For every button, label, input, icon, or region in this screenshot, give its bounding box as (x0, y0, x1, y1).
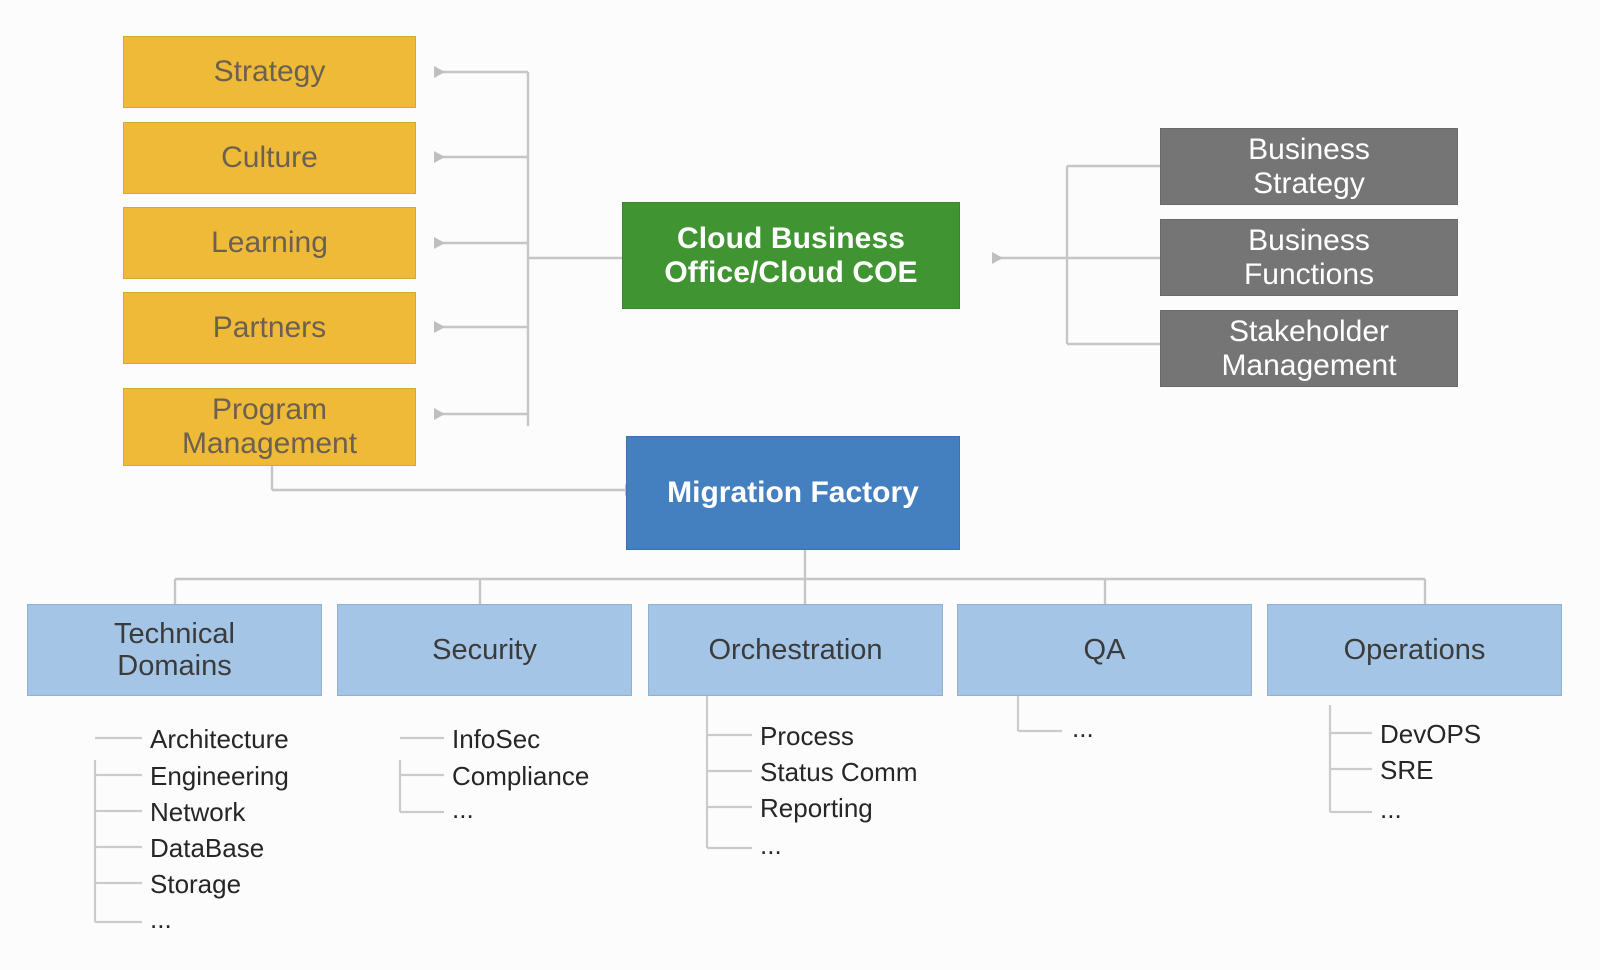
subitem-technical-domains-more: ... (150, 904, 172, 934)
subitem-status-comm: Status Comm (760, 757, 918, 787)
pillar-learning[interactable]: Learning (123, 207, 416, 279)
input-business-functions-line2: Functions (1243, 257, 1375, 291)
pillar-learning-label: Learning (211, 226, 328, 260)
pillar-program-management[interactable]: Program Management (123, 388, 416, 466)
pillar-culture[interactable]: Culture (123, 122, 416, 194)
subitem-reporting: Reporting (760, 793, 873, 823)
pillar-partners-label: Partners (212, 311, 327, 345)
migration-factory-label: Migration Factory (667, 476, 919, 510)
track-operations[interactable]: Operations (1267, 604, 1562, 696)
pillar-strategy-label: Strategy (213, 55, 326, 89)
track-security-label: Security (432, 633, 537, 666)
track-qa-label: QA (1083, 633, 1126, 666)
subitem-engineering: Engineering (150, 761, 289, 791)
pillar-strategy[interactable]: Strategy (123, 36, 416, 108)
subitem-architecture: Architecture (150, 724, 289, 754)
subitem-process: Process (760, 721, 854, 751)
subitem-compliance: Compliance (452, 761, 590, 791)
track-security[interactable]: Security (337, 604, 632, 696)
track-operations-label: Operations (1343, 633, 1486, 666)
input-business-strategy-line1: Business (1248, 132, 1370, 166)
migration-factory[interactable]: Migration Factory (626, 436, 960, 550)
track-qa[interactable]: QA (957, 604, 1252, 696)
diagram-canvas: Strategy Culture Learning Partners Progr… (0, 0, 1600, 970)
subitem-security-more: ... (452, 794, 474, 824)
subitem-devops: DevOPS (1380, 719, 1482, 749)
subitem-database: DataBase (150, 833, 265, 863)
input-business-strategy[interactable]: Business Strategy (1160, 128, 1458, 205)
input-business-functions[interactable]: Business Functions (1160, 219, 1458, 296)
subitem-network: Network (150, 797, 246, 827)
pillar-culture-label: Culture (221, 141, 318, 175)
track-orchestration-label: Orchestration (708, 633, 883, 666)
pillar-program-management-label-line2: Management (181, 427, 358, 460)
subitem-qa-more: ... (1072, 713, 1094, 743)
input-stakeholder-management[interactable]: Stakeholder Management (1160, 310, 1458, 387)
track-technical-domains-line2: Domains (117, 650, 232, 682)
pillar-program-management-label-line1: Program (211, 393, 328, 427)
track-orchestration[interactable]: Orchestration (648, 604, 943, 696)
subitem-operations-more: ... (1380, 794, 1402, 824)
cloud-business-office-hub[interactable]: Cloud Business Office/Cloud COE (622, 202, 960, 309)
subitem-sre: SRE (1380, 755, 1434, 785)
hub-label-line2: Office/Cloud COE (664, 255, 918, 289)
subitem-infosec: InfoSec (452, 724, 541, 754)
input-business-functions-line1: Business (1248, 223, 1370, 257)
input-business-strategy-line2: Strategy (1253, 166, 1365, 200)
input-stakeholder-management-line2: Management (1221, 348, 1397, 382)
input-stakeholder-management-line1: Stakeholder (1228, 314, 1390, 348)
pillar-partners[interactable]: Partners (123, 292, 416, 364)
track-technical-domains-line1: Technical (114, 617, 235, 650)
track-technical-domains[interactable]: Technical Domains (27, 604, 322, 696)
subitem-storage: Storage (150, 869, 242, 899)
hub-label-line1: Cloud Business (676, 221, 906, 255)
subitem-orchestration-more: ... (760, 830, 782, 860)
